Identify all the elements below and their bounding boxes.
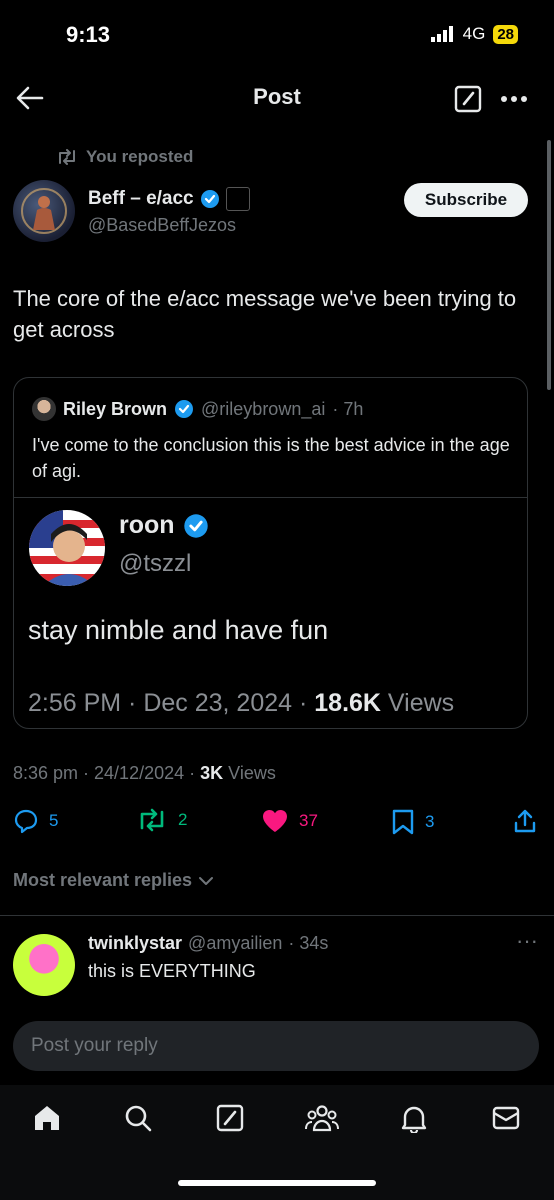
network-label: 4G [462, 24, 486, 43]
author-name[interactable]: Beff – e/acc [88, 187, 250, 211]
like-count: 37 [299, 811, 318, 830]
status-time: 9:13 [66, 22, 111, 47]
repost-icon [140, 808, 164, 832]
like-icon [263, 810, 287, 832]
status-indicators: 4G 28 [430, 24, 518, 44]
affiliate-badge-icon[interactable] [225, 187, 250, 211]
repost-count: 2 [178, 810, 188, 829]
grok-icon[interactable] [212, 1100, 248, 1136]
share-button[interactable] [513, 808, 537, 834]
reply-author-name[interactable]: twinklystar [88, 933, 182, 954]
post-meta: 8:36 pm · 24/12/2024 · 3K Views [13, 763, 276, 783]
quote-text: I've come to the conclusion this is the … [32, 435, 510, 481]
verified-icon [200, 190, 219, 208]
divider [0, 915, 554, 916]
quote-divider [14, 497, 527, 498]
author-handle[interactable]: @BasedBeffJezos [88, 215, 236, 236]
inner-author-name: roon [119, 511, 209, 540]
inner-avatar [29, 510, 105, 586]
reply-icon [14, 809, 38, 834]
chevron-down-icon [199, 876, 214, 885]
more-icon[interactable] [500, 95, 528, 103]
post-text: The core of the e/acc message we've been… [13, 286, 517, 342]
signal-icon [430, 26, 453, 42]
reply-count: 5 [49, 811, 59, 830]
reply-avatar[interactable] [13, 934, 75, 996]
repost-icon [59, 149, 75, 165]
bookmark-icon [392, 809, 414, 835]
quote-age: · 7h [332, 398, 364, 419]
repost-button[interactable]: 2 [136, 808, 187, 832]
home-icon[interactable] [29, 1100, 65, 1136]
bookmark-button[interactable]: 3 [391, 808, 434, 836]
quoted-post[interactable]: Riley Brown @rileybrown_ai · 7h I've com… [13, 377, 528, 729]
inner-post-meta: 2:56 PM · Dec 23, 2024 · 18.6K Views [28, 689, 455, 717]
quote-author-name[interactable]: Riley Brown [63, 399, 167, 420]
inner-author-handle: @tszzl [119, 550, 192, 577]
quote-avatar[interactable] [32, 397, 56, 421]
verified-icon [175, 400, 194, 418]
verified-icon [183, 513, 208, 538]
share-icon [514, 809, 536, 833]
messages-icon[interactable] [488, 1100, 524, 1136]
repost-indicator: You reposted [56, 147, 193, 167]
avatar[interactable] [13, 180, 75, 242]
reply-author-handle[interactable]: @amyailien [188, 933, 282, 954]
search-icon[interactable] [120, 1100, 156, 1136]
notifications-icon[interactable] [396, 1100, 432, 1136]
reply-input[interactable] [13, 1021, 539, 1071]
quote-author-handle[interactable]: @rileybrown_ai [201, 399, 325, 420]
repost-label: You reposted [86, 147, 194, 166]
communities-icon[interactable] [304, 1100, 340, 1136]
home-indicator[interactable] [178, 1180, 376, 1186]
reply-age: · 34s [288, 933, 329, 953]
action-bar: 5 2 37 3 [13, 808, 541, 840]
reply-text: this is EVERYTHING [88, 961, 256, 981]
replies-sort-label[interactable]: Most relevant replies [13, 870, 192, 891]
like-button[interactable]: 37 [261, 808, 318, 834]
replies-sort-dropdown[interactable]: Most relevant replies [13, 870, 214, 891]
compose-icon[interactable] [454, 85, 482, 113]
bookmark-count: 3 [425, 812, 435, 831]
scrollbar[interactable] [547, 140, 551, 390]
reply-button[interactable]: 5 [13, 808, 58, 834]
quote-header: Riley Brown @rileybrown_ai · 7h [32, 397, 363, 421]
reply-more-icon[interactable]: ··· [516, 928, 538, 954]
inner-post-text: stay nimble and have fun [28, 615, 329, 645]
subscribe-button[interactable]: Subscribe [404, 183, 528, 217]
reply-header: twinklystar @amyailien · 34s [88, 933, 328, 954]
battery-icon: 28 [493, 24, 518, 44]
